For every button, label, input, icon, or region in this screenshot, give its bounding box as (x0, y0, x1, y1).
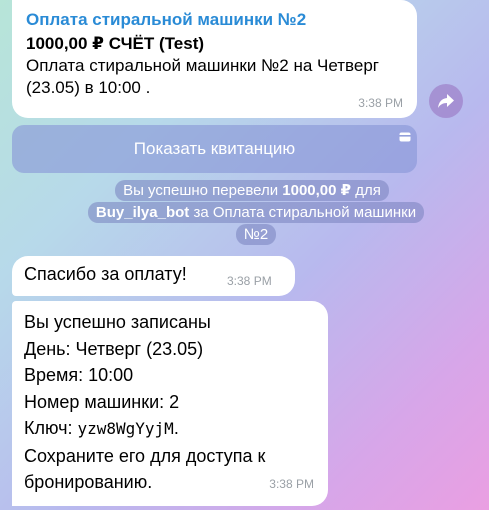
key-label: Ключ: (24, 418, 78, 438)
share-button[interactable] (429, 84, 463, 118)
service-prefix: Вы успешно перевели (123, 182, 283, 199)
card-icon (399, 132, 411, 142)
service-middle: для (351, 182, 381, 199)
bot-name-link[interactable]: Buy_ilya_bot (96, 204, 189, 221)
confirmation-day: День: Четверг (23.05) (24, 338, 204, 359)
booking-confirmation-bubble: Вы успешно записаны День: Четверг (23.05… (12, 301, 328, 506)
message-time: 3:38 PM (227, 274, 272, 288)
show-receipt-label: Показать квитанцию (133, 139, 296, 158)
invoice-title: Оплата стиральной машинки №2 (26, 10, 307, 29)
service-amount: 1000,00 ₽ (282, 182, 352, 199)
message-time: 3:38 PM (269, 476, 314, 491)
share-arrow-icon (438, 94, 454, 108)
key-suffix: . (173, 418, 179, 438)
confirmation-machine-number: Номер машинки: 2 (24, 391, 180, 412)
message-time: 3:38 PM (358, 96, 403, 110)
thanks-bubble: Спасибо за оплату! 3:38 PM (12, 256, 295, 296)
service-suffix: за Оплата стиральной машинки №2 (189, 204, 417, 243)
key-value[interactable]: yzw8WgYyjM (77, 419, 173, 438)
confirmation-time: Время: 10:00 (24, 365, 134, 385)
confirmation-line-1: Вы успешно записаны (24, 312, 211, 332)
service-message: Вы успешно перевели 1000,00 ₽ для Buy_il… (84, 180, 428, 246)
invoice-bubble: Оплата стиральной машинки №2 1000,00 ₽ С… (12, 0, 417, 118)
invoice-amount: 1000,00 ₽ СЧЁТ (Test) (26, 34, 205, 53)
thanks-text: Спасибо за оплату! (24, 264, 187, 284)
confirmation-key-row: Ключ: yzw8WgYyjM. (24, 415, 316, 443)
invoice-description: Оплата стиральной машинки №2 на Четверг … (26, 56, 379, 97)
show-receipt-button[interactable]: Показать квитанцию (12, 125, 417, 173)
